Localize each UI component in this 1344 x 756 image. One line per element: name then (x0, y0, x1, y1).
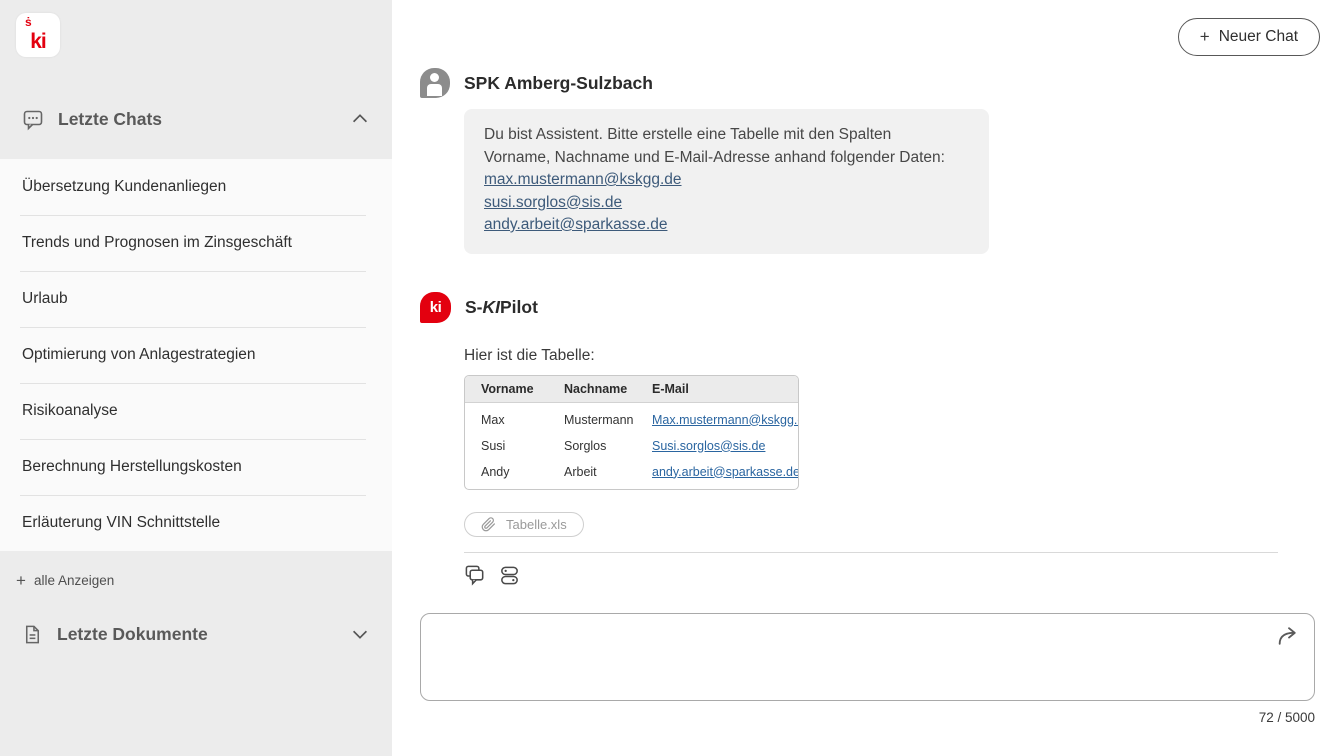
assistant-intro-text: Hier ist die Tabelle: (464, 347, 1315, 365)
cell-vorname: Max (465, 403, 548, 433)
table-row: Susi Sorglos Susi.sorglos@sis.de (465, 433, 798, 459)
message-input-box (420, 613, 1315, 701)
user-message-link-1[interactable]: max.mustermann@kskgg.de (484, 169, 969, 192)
table-row: Max Mustermann Max.mustermann@kskgg.de (465, 403, 798, 433)
send-button[interactable] (1275, 623, 1302, 650)
show-all-chats-button[interactable]: + alle Anzeigen (16, 573, 392, 588)
skipilot-avatar-icon: ki (420, 292, 451, 323)
paperclip-icon (481, 517, 496, 532)
col-header-vorname: Vorname (465, 376, 548, 403)
cell-nachname: Sorglos (548, 433, 636, 459)
app-logo[interactable]: ṡ ki (16, 13, 60, 57)
col-header-email: E-Mail (636, 376, 798, 403)
table-row: Andy Arbeit andy.arbeit@sparkasse.de (465, 459, 798, 489)
attachment-chip[interactable]: Tabelle.xls (464, 512, 584, 537)
cell-email-link[interactable]: Max.mustermann@kskgg.de (652, 413, 799, 427)
user-message-text-line1: Du bist Assistent. Bitte erstelle eine T… (484, 124, 969, 147)
sidebar-section-letzte-dokumente[interactable]: Letzte Dokumente (0, 618, 392, 650)
col-header-nachname: Nachname (548, 376, 636, 403)
plus-icon: + (1200, 27, 1210, 47)
assistant-author-name: S-KIPilot (465, 297, 538, 318)
user-message-header: SPK Amberg-Sulzbach (420, 68, 1315, 98)
ki-logo-text: ki (16, 30, 60, 54)
user-avatar-icon (420, 68, 450, 98)
composer: 72 / 5000 (420, 613, 1315, 725)
assistant-name-ki: KI (483, 297, 501, 317)
chat-item-erlaeuterung[interactable]: Erläuterung VIN Schnittstelle (0, 495, 392, 551)
cell-email-link[interactable]: andy.arbeit@sparkasse.de (652, 465, 799, 479)
rate-response-button[interactable] (498, 564, 521, 587)
attachment-filename: Tabelle.xls (506, 517, 567, 532)
sidebar-section-letzte-chats[interactable]: Letzte Chats (0, 103, 392, 135)
sidebar: ṡ ki Letzte Chats Übersetzung Kundenanli… (0, 0, 392, 756)
cell-nachname: Arbeit (548, 459, 636, 489)
user-message-bubble: Du bist Assistent. Bitte erstelle eine T… (464, 109, 989, 254)
chevron-down-icon (349, 623, 371, 645)
recent-chat-list: Übersetzung Kundenanliegen Trends und Pr… (0, 159, 392, 551)
message-input[interactable] (421, 614, 1314, 700)
chat-bubble-icon (21, 107, 45, 131)
new-chat-button[interactable]: + Neuer Chat (1178, 18, 1320, 56)
chat-main: + Neuer Chat SPK Amberg-Sulzbach Du bist… (392, 0, 1344, 756)
sparkasse-s-icon: ṡ (25, 16, 32, 28)
chat-item-urlaub[interactable]: Urlaub (0, 271, 392, 327)
result-table: Vorname Nachname E-Mail Max Mustermann M… (464, 375, 799, 490)
answer-actions (464, 564, 1315, 587)
cell-vorname: Andy (465, 459, 548, 489)
chevron-up-icon (349, 108, 371, 130)
chat-item-risikoanalyse[interactable]: Risikoanalyse (0, 383, 392, 439)
feedback-comment-button[interactable] (464, 564, 487, 587)
user-message-link-3[interactable]: andy.arbeit@sparkasse.de (484, 214, 969, 237)
document-icon (21, 623, 44, 646)
chat-item-berechnung[interactable]: Berechnung Herstellungskosten (0, 439, 392, 495)
chat-item-uebersetzung[interactable]: Übersetzung Kundenanliegen (0, 159, 392, 215)
plus-icon: + (16, 574, 26, 588)
section-label-chats: Letzte Chats (58, 109, 162, 130)
answer-divider (464, 552, 1278, 553)
section-label-docs: Letzte Dokumente (57, 624, 208, 645)
cell-email-link[interactable]: Susi.sorglos@sis.de (652, 439, 765, 453)
table-header-row: Vorname Nachname E-Mail (465, 376, 798, 403)
chat-item-optimierung[interactable]: Optimierung von Anlagestrategien (0, 327, 392, 383)
assistant-name-suffix: Pilot (500, 297, 538, 317)
chat-item-trends[interactable]: Trends und Prognosen im Zinsgeschäft (0, 215, 392, 271)
user-author-name: SPK Amberg-Sulzbach (464, 73, 653, 94)
cell-vorname: Susi (465, 433, 548, 459)
char-counter: 72 / 5000 (420, 710, 1315, 725)
assistant-name-prefix: S- (465, 297, 483, 317)
new-chat-label: Neuer Chat (1219, 28, 1298, 46)
assistant-message-header: ki S-KIPilot (420, 292, 1315, 323)
show-all-label: alle Anzeigen (34, 573, 114, 588)
user-message-link-2[interactable]: susi.sorglos@sis.de (484, 192, 969, 215)
cell-nachname: Mustermann (548, 403, 636, 433)
user-message-text-line2: Vorname, Nachname und E-Mail-Adresse anh… (484, 147, 969, 170)
